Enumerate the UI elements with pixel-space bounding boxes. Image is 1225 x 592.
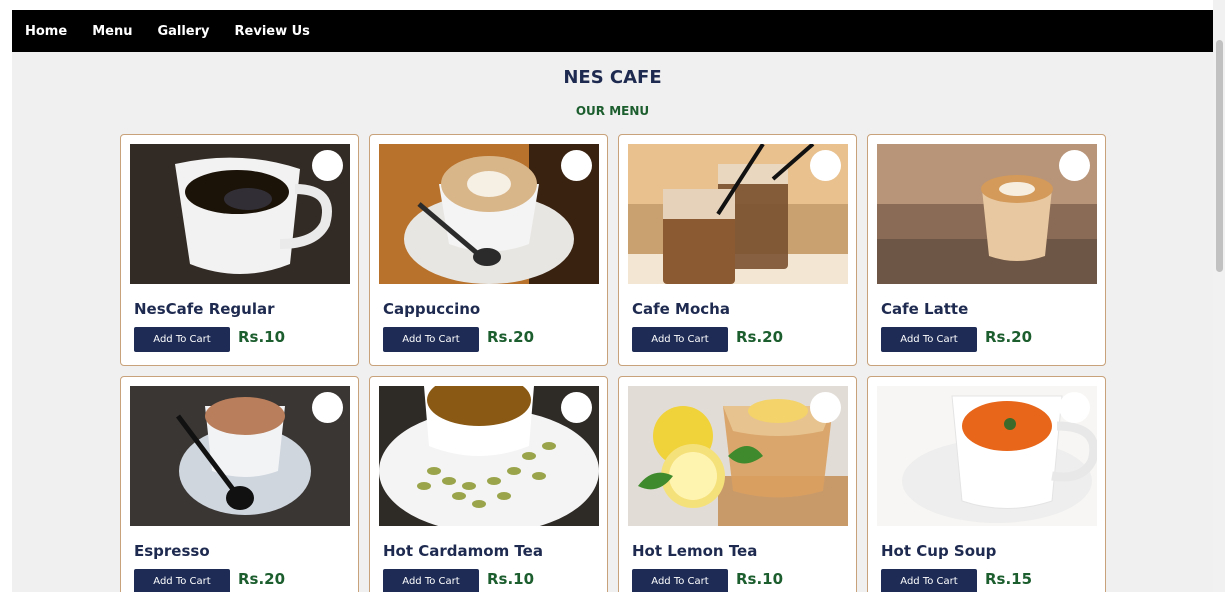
top-navbar: Home Menu Gallery Review Us <box>12 10 1213 52</box>
add-to-cart-button[interactable]: Add To Cart <box>632 569 728 592</box>
product-name: Hot Cup Soup <box>881 542 997 560</box>
favorite-toggle[interactable] <box>561 150 592 181</box>
add-to-cart-button[interactable]: Add To Cart <box>881 569 977 592</box>
nav-link-gallery[interactable]: Gallery <box>157 24 209 39</box>
menu-card: Espresso Add To Cart Rs.20 <box>120 376 359 592</box>
product-price: Rs.20 <box>736 328 784 346</box>
product-price: Rs.10 <box>487 570 535 588</box>
menu-card: Hot Cardamom Tea Add To Cart Rs.10 <box>369 376 608 592</box>
section-subtitle: OUR MENU <box>575 104 650 118</box>
menu-grid: NesCafe Regular Add To Cart Rs.10 Cappuc… <box>120 134 1106 592</box>
add-to-cart-button[interactable]: Add To Cart <box>383 327 479 352</box>
product-image-cappuccino <box>379 144 599 284</box>
product-name: NesCafe Regular <box>134 300 275 318</box>
favorite-toggle[interactable] <box>561 392 592 423</box>
menu-card: Cafe Latte Add To Cart Rs.20 <box>867 134 1106 366</box>
favorite-toggle[interactable] <box>1059 150 1090 181</box>
product-name: Hot Lemon Tea <box>632 542 758 560</box>
product-image-cardamom-tea <box>379 386 599 526</box>
nav-link-review-us[interactable]: Review Us <box>235 24 310 39</box>
vertical-scrollbar[interactable] <box>1213 0 1225 592</box>
add-to-cart-button[interactable]: Add To Cart <box>383 569 479 592</box>
add-to-cart-button[interactable]: Add To Cart <box>134 327 230 352</box>
product-name: Cappuccino <box>383 300 481 318</box>
menu-card: Cafe Mocha Add To Cart Rs.20 <box>618 134 857 366</box>
add-to-cart-button[interactable]: Add To Cart <box>134 569 230 592</box>
page-title: NES CAFE <box>563 67 662 88</box>
favorite-toggle[interactable] <box>810 150 841 181</box>
product-price: Rs.15 <box>985 570 1033 588</box>
product-image-lemon-tea <box>628 386 848 526</box>
product-price: Rs.20 <box>985 328 1033 346</box>
product-price: Rs.20 <box>487 328 535 346</box>
product-name: Espresso <box>134 542 210 560</box>
product-image-espresso <box>130 386 350 526</box>
favorite-toggle[interactable] <box>312 150 343 181</box>
product-name: Cafe Latte <box>881 300 969 318</box>
product-price: Rs.20 <box>238 570 286 588</box>
add-to-cart-button[interactable]: Add To Cart <box>881 327 977 352</box>
nav-link-home[interactable]: Home <box>25 24 67 39</box>
scrollbar-thumb[interactable] <box>1216 40 1223 272</box>
product-name: Cafe Mocha <box>632 300 730 318</box>
product-image-tomato-soup <box>877 386 1097 526</box>
product-image-iced-mocha <box>628 144 848 284</box>
product-image-latte <box>877 144 1097 284</box>
favorite-toggle[interactable] <box>312 392 343 423</box>
add-to-cart-button[interactable]: Add To Cart <box>632 327 728 352</box>
menu-card: Hot Cup Soup Add To Cart Rs.15 <box>867 376 1106 592</box>
product-price: Rs.10 <box>736 570 784 588</box>
menu-card: NesCafe Regular Add To Cart Rs.10 <box>120 134 359 366</box>
menu-card: Hot Lemon Tea Add To Cart Rs.10 <box>618 376 857 592</box>
favorite-toggle[interactable] <box>810 392 841 423</box>
menu-card: Cappuccino Add To Cart Rs.20 <box>369 134 608 366</box>
product-name: Hot Cardamom Tea <box>383 542 543 560</box>
product-image-black-coffee <box>130 144 350 284</box>
favorite-toggle[interactable] <box>1059 392 1090 423</box>
page: Home Menu Gallery Review Us NES CAFE OUR… <box>12 10 1213 592</box>
nav-link-menu[interactable]: Menu <box>92 24 132 39</box>
product-price: Rs.10 <box>238 328 286 346</box>
